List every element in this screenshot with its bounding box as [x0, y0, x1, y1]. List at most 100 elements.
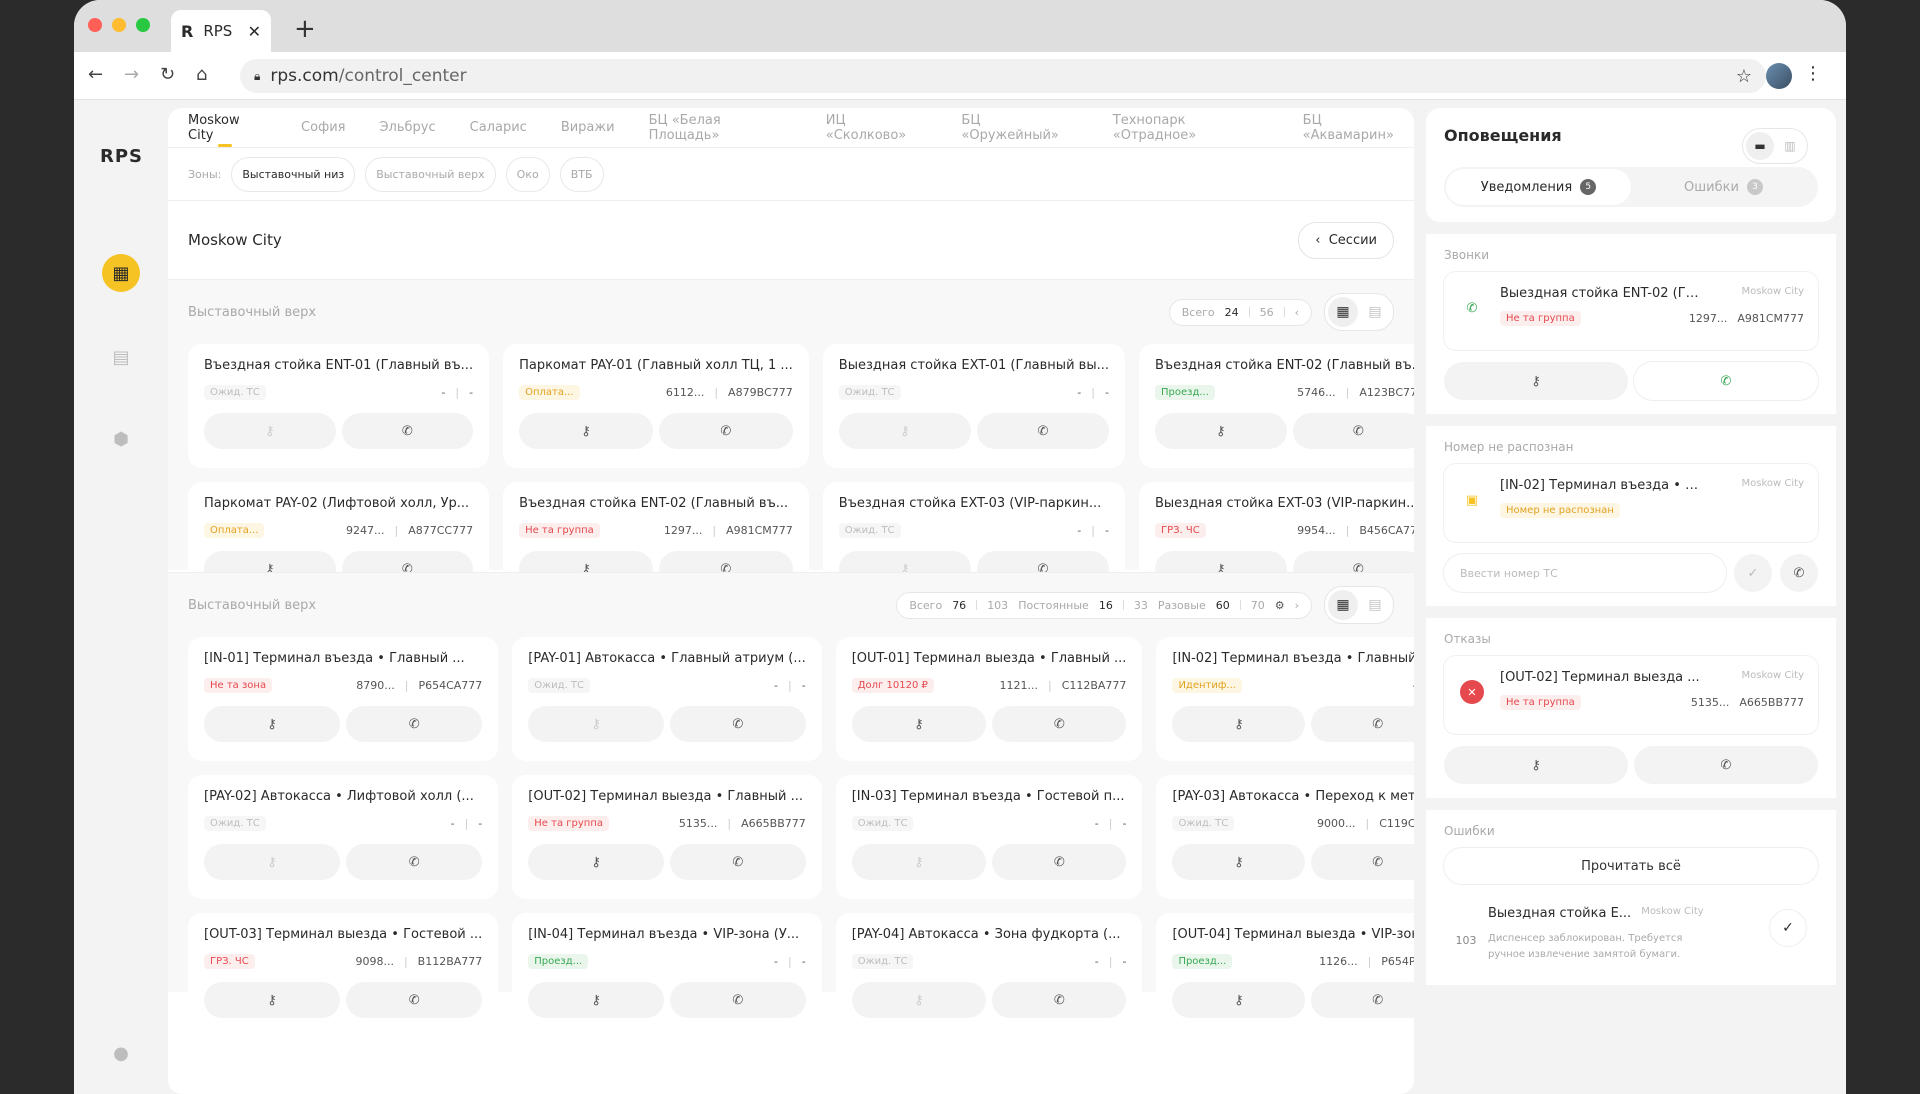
zone-chip[interactable]: Выставочный низ — [231, 156, 356, 192]
call-button[interactable]: ✆ — [1311, 844, 1414, 880]
location-tab[interactable]: Виражи — [561, 120, 615, 135]
open-barrier-button[interactable]: ⚷ — [1444, 362, 1628, 400]
home-icon[interactable]: ⌂ — [196, 64, 207, 85]
list-view-icon[interactable]: ▤ — [1360, 590, 1390, 620]
columns-view-icon[interactable]: ▥ — [1776, 132, 1804, 160]
device-card[interactable]: [IN-01] Терминал въезда • Главный ... Не … — [188, 637, 499, 761]
location-tab[interactable]: БЦ «Оружейный» — [961, 113, 1078, 143]
open-barrier-button[interactable]: ⚷ — [1172, 982, 1306, 1018]
device-card[interactable]: [OUT-03] Терминал выезда • Гостевой ... Г… — [188, 913, 499, 1037]
expand-icon[interactable]: › — [1295, 599, 1299, 612]
open-barrier-button[interactable]: ⚷ — [204, 413, 336, 449]
location-tab[interactable]: БЦ «Аквамарин» — [1303, 113, 1414, 143]
call-button[interactable]: ✆ — [346, 982, 483, 1018]
acknowledge-button[interactable]: ✓ — [1770, 910, 1806, 946]
gear-icon[interactable]: ⚙ — [1275, 599, 1285, 612]
close-window-button[interactable] — [88, 18, 102, 32]
back-icon[interactable]: ← — [88, 64, 103, 85]
open-barrier-button[interactable]: ⚷ — [204, 982, 341, 1018]
browser-tab[interactable]: R RPS ✕ — [171, 10, 271, 52]
open-barrier-button[interactable]: ⚷ — [851, 982, 987, 1018]
device-card[interactable]: [PAY-01] Автокасса • Главный атриум (...… — [512, 637, 822, 761]
call-button[interactable]: ✆ — [992, 844, 1127, 880]
parking-icon[interactable]: ▤ — [102, 338, 140, 376]
call-button[interactable]: ✆ — [992, 982, 1127, 1018]
read-all-button[interactable]: Прочитать всё — [1444, 848, 1818, 884]
call-button[interactable]: ✆ — [992, 706, 1127, 742]
location-tab[interactable]: Эльбрус — [379, 120, 435, 135]
open-barrier-button[interactable]: ⚷ — [851, 844, 987, 880]
location-tab[interactable]: София — [301, 120, 345, 135]
maximize-window-button[interactable] — [136, 18, 150, 32]
call-button[interactable]: ✆ — [346, 844, 483, 880]
reload-icon[interactable]: ↻ — [160, 64, 175, 85]
grid-view-icon[interactable]: ▦ — [1328, 297, 1358, 327]
device-card[interactable]: [PAY-03] Автокасса • Переход к метро... О… — [1156, 775, 1414, 899]
open-barrier-button[interactable]: ⚷ — [528, 982, 665, 1018]
call-button[interactable]: ✆ — [341, 413, 474, 449]
open-barrier-button[interactable]: ⚷ — [204, 844, 341, 880]
open-barrier-button[interactable]: ⚷ — [851, 706, 987, 742]
collapse-icon[interactable]: ‹ — [1295, 306, 1299, 319]
device-card[interactable]: [IN-04] Терминал въезда • VIP-зона (У...… — [512, 913, 822, 1037]
tab-notifications[interactable]: Уведомления 5 — [1446, 169, 1631, 205]
plate-input[interactable]: Ввести номер ТС — [1444, 554, 1726, 592]
open-barrier-button[interactable]: ⚷ — [204, 706, 341, 742]
location-tab[interactable]: ИЦ «Сколково» — [826, 113, 928, 143]
device-card[interactable]: [IN-02] Терминал въезда • Главный К... Ид… — [1156, 637, 1414, 761]
refusal-card[interactable]: ✕ [OUT-02] Терминал выезда ... Moskow Cit… — [1444, 656, 1818, 734]
open-barrier-button[interactable]: ⚷ — [519, 413, 653, 449]
zone-chip[interactable]: Выставочный верх — [365, 156, 496, 192]
call-button[interactable]: ✆ — [670, 706, 806, 742]
unrecognized-card[interactable]: ▣ [IN-02] Терминал въезда • Г... Moskow C… — [1444, 464, 1818, 542]
location-tab[interactable]: Саларис — [470, 120, 527, 135]
open-barrier-button[interactable]: ⚷ — [838, 413, 971, 449]
call-button[interactable]: ✆ — [1311, 982, 1414, 1018]
device-card[interactable]: [IN-03] Терминал въезда • Гостевой п... О… — [835, 775, 1143, 899]
call-button[interactable]: ✆ — [976, 413, 1109, 449]
call-button[interactable]: ✆ — [658, 413, 793, 449]
open-barrier-button[interactable]: ⚷ — [1172, 844, 1306, 880]
sessions-button[interactable]: ‹ Сессии — [1298, 221, 1394, 259]
answer-call-button[interactable]: ✆ — [1634, 362, 1818, 400]
location-tab[interactable]: Технопарк «Отрадное» — [1113, 113, 1269, 143]
device-card[interactable]: [OUT-02] Терминал выезда • Главный ... Не… — [512, 775, 822, 899]
list-view-icon[interactable]: ▤ — [1360, 297, 1390, 327]
grid-view-icon[interactable]: ▦ — [1328, 590, 1358, 620]
call-button[interactable]: ✆ — [670, 982, 806, 1018]
call-button[interactable]: ✆ — [670, 844, 806, 880]
open-barrier-button[interactable]: ⚷ — [1172, 706, 1306, 742]
zone-chip[interactable]: ВТБ — [559, 156, 604, 192]
new-tab-icon[interactable]: + — [294, 14, 316, 44]
device-card[interactable]: Въездная стойка ENT-01 (Главный въ... Ожи… — [188, 344, 490, 468]
close-tab-icon[interactable]: ✕ — [248, 22, 261, 41]
url-field[interactable]: 🔒︎ rps.com/control_center ☆ — [240, 59, 1766, 93]
device-card[interactable]: [PAY-02] Автокасса • Лифтовой холл (... О… — [188, 775, 499, 899]
compact-view-icon[interactable]: ▬ — [1746, 132, 1774, 160]
zone-chip[interactable]: Око — [505, 156, 550, 192]
device-card[interactable]: Въездная стойка ENT-02 (Главный въ... Про… — [1138, 344, 1414, 468]
call-button[interactable]: ✆ — [1292, 413, 1414, 449]
location-tab[interactable]: Moskow City — [188, 113, 267, 143]
browser-menu-icon[interactable]: ⋮ — [1804, 63, 1822, 84]
confirm-plate-button[interactable]: ✓ — [1734, 554, 1772, 592]
minimize-window-button[interactable] — [112, 18, 126, 32]
tab-errors[interactable]: Ошибки 3 — [1631, 169, 1816, 205]
location-tab[interactable]: БЦ «Белая Площадь» — [649, 113, 792, 143]
call-button[interactable]: ✆ — [346, 706, 483, 742]
device-card[interactable]: Выездная стойка EXT-01 (Главный вы... Ожи… — [822, 344, 1125, 468]
call-card[interactable]: ✆ Выездная стойка ENT-02 (Гл... Moskow Ci… — [1444, 272, 1818, 350]
profile-avatar[interactable] — [1766, 63, 1792, 89]
dashboard-icon[interactable]: ▦ — [102, 254, 140, 292]
open-barrier-button[interactable]: ⚷ — [528, 844, 665, 880]
device-card[interactable]: [OUT-01] Терминал выезда • Главный ... До… — [835, 637, 1143, 761]
open-barrier-button[interactable]: ⚷ — [1154, 413, 1287, 449]
device-card[interactable]: [PAY-04] Автокасса • Зона фудкорта (... О… — [835, 913, 1143, 1037]
device-card[interactable]: Паркомат PAY-01 (Главный холл ТЦ, 1 ... О… — [503, 344, 809, 468]
open-barrier-button[interactable]: ⚷ — [1444, 746, 1628, 784]
call-button[interactable]: ✆ — [1780, 554, 1818, 592]
bookmark-star-icon[interactable]: ☆ — [1736, 66, 1752, 87]
device-card[interactable]: [OUT-04] Терминал выезда • VIP-зона... Пр… — [1156, 913, 1414, 1037]
open-barrier-button[interactable]: ⚷ — [528, 706, 665, 742]
forward-icon[interactable]: → — [124, 64, 139, 85]
